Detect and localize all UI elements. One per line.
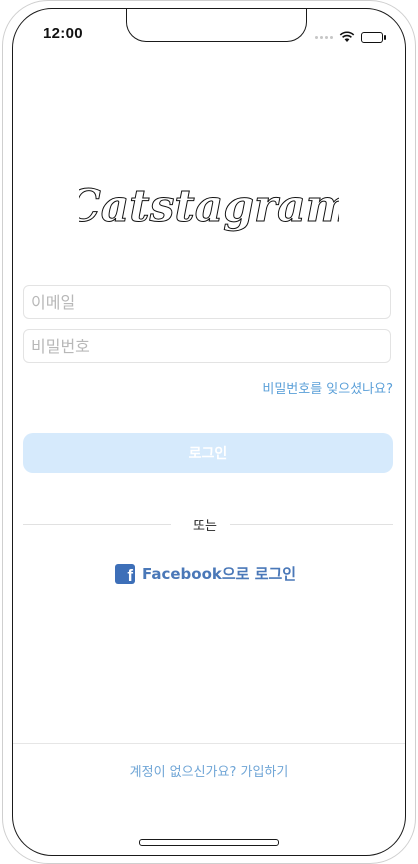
or-label: 또는 [193, 519, 217, 534]
app-logo: Catstagram [13, 177, 405, 237]
home-indicator [139, 839, 279, 846]
battery-icon [361, 32, 386, 43]
notch [126, 9, 307, 42]
facebook-login-label: Facebook으로 로그인 [142, 565, 297, 583]
wifi-icon [339, 28, 355, 47]
or-divider: 또는 [23, 514, 393, 534]
screen: 12:00 Catstagram 비밀번호를 잊으셨나요? 로그인 [12, 8, 406, 856]
status-time: 12:00 [43, 25, 83, 42]
app-logo-text: Catstagram [79, 181, 339, 232]
login-button[interactable]: 로그인 [23, 433, 393, 473]
forgot-password-link[interactable]: 비밀번호를 잊으셨나요? [262, 378, 393, 397]
device-frame: 12:00 Catstagram 비밀번호를 잊으셨나요? 로그인 [0, 0, 418, 864]
email-field[interactable] [23, 285, 391, 319]
facebook-icon: f [115, 563, 135, 584]
password-field[interactable] [23, 329, 391, 363]
divider-line-right [230, 524, 393, 525]
footer-divider [13, 743, 405, 744]
status-icons [315, 28, 386, 47]
divider-line-left [23, 524, 171, 525]
facebook-login-button[interactable]: f Facebook으로 로그인 [115, 563, 296, 584]
signal-icon [315, 36, 333, 39]
signup-link[interactable]: 계정이 없으신가요? 가입하기 [13, 761, 405, 780]
